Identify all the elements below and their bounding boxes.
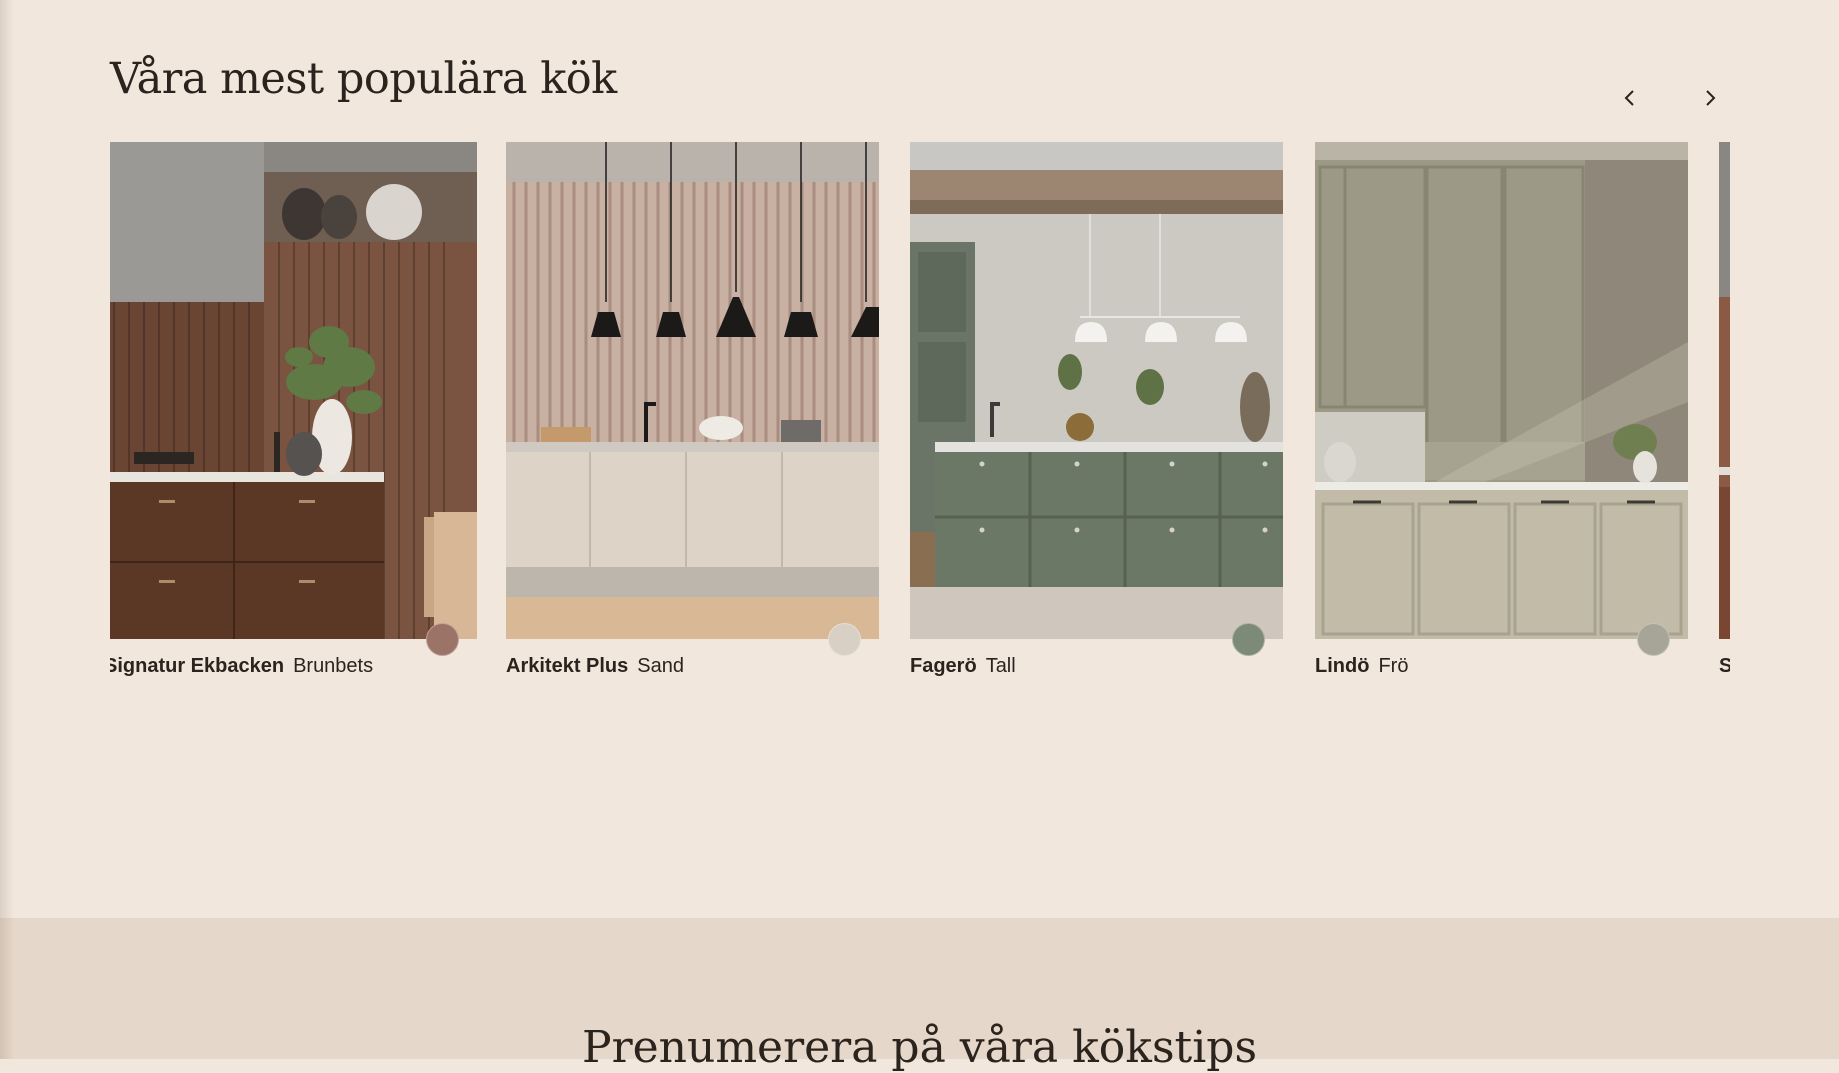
kitchen-card[interactable]: S — [1719, 142, 1730, 682]
kitchen-model-name: Arkitekt Plus — [506, 655, 629, 677]
kitchen-color-name: Brunbets — [293, 655, 374, 677]
kitchen-caption: Fagerö Tall — [910, 655, 1016, 678]
carousel-next-button[interactable] — [1690, 78, 1730, 118]
kitchen-card[interactable]: Arkitekt Plus Sand — [506, 142, 879, 682]
carousel-prev-button[interactable] — [1610, 78, 1650, 118]
section-title: Våra mest populära kök — [110, 54, 617, 104]
kitchen-image — [910, 142, 1283, 639]
kitchen-caption: Lindö Frö — [1315, 655, 1408, 678]
kitchen-model-name: S — [1719, 655, 1730, 677]
color-swatch[interactable] — [828, 623, 861, 656]
popular-kitchens-section: Våra mest populära kök Signatur Ekbacken… — [0, 0, 1839, 918]
kitchen-card[interactable]: Signatur Ekbacken Brunbets — [110, 142, 477, 682]
color-swatch[interactable] — [1232, 623, 1265, 656]
newsletter-title: Prenumerera på våra kökstips — [581, 1022, 1258, 1073]
color-swatch[interactable] — [426, 623, 459, 656]
newsletter-section: Prenumerera på våra kökstips — [0, 918, 1839, 1073]
kitchen-image — [1315, 142, 1688, 639]
kitchen-image — [110, 142, 477, 639]
kitchen-caption: Signatur Ekbacken Brunbets — [110, 655, 373, 678]
kitchen-image — [506, 142, 879, 639]
kitchen-color-name: Sand — [637, 655, 684, 677]
kitchen-model-name: Lindö — [1315, 655, 1370, 677]
kitchen-color-name: Tall — [985, 655, 1016, 677]
kitchen-model-name: Fagerö — [910, 655, 977, 677]
kitchen-color-name: Frö — [1378, 655, 1409, 677]
kitchen-card[interactable]: Lindö Frö — [1315, 142, 1688, 682]
kitchen-image — [1719, 142, 1730, 639]
kitchen-caption: Arkitekt Plus Sand — [506, 655, 684, 678]
kitchen-card[interactable]: Fagerö Tall — [910, 142, 1283, 682]
chevron-left-icon — [1624, 90, 1634, 106]
kitchen-caption: S — [1719, 655, 1730, 678]
kitchen-model-name: Signatur Ekbacken — [110, 655, 285, 677]
color-swatch[interactable] — [1637, 623, 1670, 656]
chevron-right-icon — [1706, 90, 1716, 106]
kitchen-carousel: Signatur Ekbacken Brunbets Arkitekt Plus… — [110, 142, 1730, 682]
